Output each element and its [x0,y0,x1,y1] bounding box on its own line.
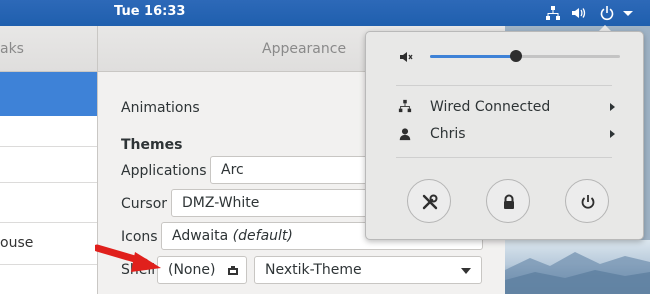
power-icon [581,195,595,209]
applications-theme-value: Arc [221,162,244,178]
icons-theme-default-suffix: (default) [232,228,293,244]
lock-button[interactable] [486,179,530,223]
power-icon[interactable] [599,5,615,21]
settings-button[interactable] [407,179,451,223]
dropdown-arrow-icon[interactable] [620,5,636,21]
sidebar: ouse [0,72,98,294]
chevron-right-icon [610,130,615,138]
volume-icon[interactable] [570,5,586,21]
shell-theme-dropdown[interactable]: Nextik-Theme [254,256,482,284]
desktop-wallpaper [505,240,650,294]
settings-icon [422,194,438,210]
network-wired-icon [398,99,412,113]
chevron-down-icon [461,268,471,274]
volume-muted-icon [400,52,413,62]
cursor-theme-value: DMZ-White [182,195,260,211]
header-divider [97,26,98,72]
shell-status-box: (None) [157,256,247,284]
power-off-button[interactable] [565,179,609,223]
menu-separator [396,85,612,86]
sidebar-item[interactable] [0,116,97,147]
cursor-label: Cursor [121,196,168,212]
top-bar: Tue 16:33 [0,0,650,26]
warning-extension-icon [228,266,238,275]
mountain-shape [505,252,650,294]
page-title: Appearance [262,41,347,57]
shell-theme-value: Nextik-Theme [265,262,362,278]
sidebar-item-appearance[interactable] [0,72,97,116]
network-wired-icon[interactable] [545,5,561,21]
sidebar-item[interactable] [0,183,97,223]
shell-status-text: (None) [168,262,216,278]
volume-slider-fill [430,55,516,58]
animations-label: Animations [121,100,200,116]
lock-icon [504,194,514,209]
menu-item-user-label[interactable]: Chris [430,126,466,142]
user-icon [399,128,411,141]
volume-slider[interactable] [430,55,620,58]
icons-theme-value: Adwaita [172,228,229,244]
chevron-right-icon [610,103,615,111]
sidebar-item[interactable] [0,265,97,294]
applications-label: Applications [121,163,207,179]
menu-separator [396,157,612,158]
annotation-arrow-icon [95,244,161,272]
themes-heading: Themes [121,137,183,153]
sidebar-item-mouse[interactable]: ouse [0,223,97,265]
sidebar-header-title: aks [0,41,24,57]
clock[interactable]: Tue 16:33 [114,4,185,19]
menu-item-wired-label[interactable]: Wired Connected [430,99,550,115]
sidebar-item[interactable] [0,147,97,183]
sidebar-item-label: ouse [0,235,34,251]
volume-slider-handle[interactable] [509,50,522,62]
